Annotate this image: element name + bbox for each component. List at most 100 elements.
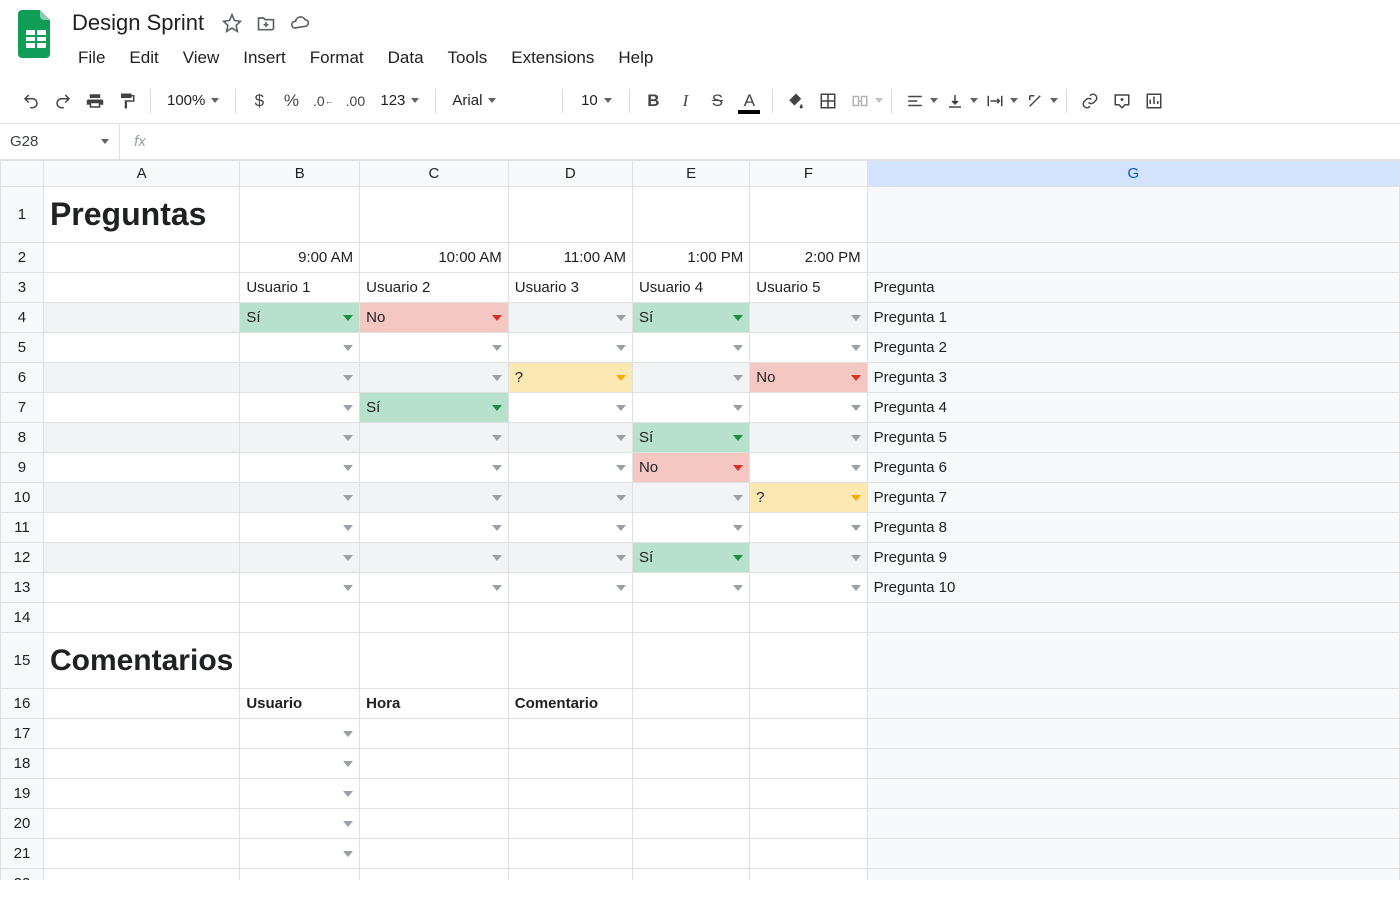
cell-F1[interactable] — [750, 187, 867, 243]
cell-D3[interactable]: Usuario 3 — [508, 273, 632, 303]
menu-help[interactable]: Help — [608, 42, 663, 74]
currency-icon[interactable]: $ — [244, 86, 274, 116]
spreadsheet-grid[interactable]: A B C D E F G 1Preguntas29:00 AM10:00 AM… — [0, 160, 1400, 880]
cell-C1[interactable] — [360, 187, 509, 243]
cell-B14[interactable] — [240, 603, 360, 633]
cell-C11[interactable] — [360, 513, 509, 543]
row-head-7[interactable]: 7 — [1, 393, 44, 423]
dropdown-icon[interactable] — [616, 345, 626, 351]
dropdown-icon[interactable] — [851, 375, 861, 381]
dropdown-icon[interactable] — [616, 495, 626, 501]
cell-D18[interactable] — [508, 749, 632, 779]
dropdown-icon[interactable] — [343, 731, 353, 737]
dropdown-icon[interactable] — [492, 405, 502, 411]
cell-D12[interactable] — [508, 543, 632, 573]
cell-E1[interactable] — [632, 187, 749, 243]
cell-B9[interactable] — [240, 453, 360, 483]
cell-E2[interactable]: 1:00 PM — [632, 243, 749, 273]
dropdown-icon[interactable] — [492, 375, 502, 381]
cell-A1[interactable]: Preguntas — [43, 187, 239, 243]
cell-C12[interactable] — [360, 543, 509, 573]
dropdown-icon[interactable] — [343, 821, 353, 827]
cell-B15[interactable] — [240, 633, 360, 689]
rotate-icon[interactable] — [1020, 86, 1050, 116]
dropdown-icon[interactable] — [492, 345, 502, 351]
cell-C6[interactable] — [360, 363, 509, 393]
cell-C22[interactable] — [360, 869, 509, 881]
cell-C15[interactable] — [360, 633, 509, 689]
dropdown-icon[interactable] — [733, 375, 743, 381]
row-head-11[interactable]: 11 — [1, 513, 44, 543]
cell-B5[interactable] — [240, 333, 360, 363]
dropdown-icon[interactable] — [851, 525, 861, 531]
dropdown-icon[interactable] — [851, 405, 861, 411]
row-head-9[interactable]: 9 — [1, 453, 44, 483]
cell-C7[interactable]: Sí — [360, 393, 509, 423]
dropdown-icon[interactable] — [492, 435, 502, 441]
cell-G16[interactable] — [867, 689, 1399, 719]
menu-file[interactable]: File — [68, 42, 115, 74]
cell-C9[interactable] — [360, 453, 509, 483]
zoom-select[interactable]: 100% — [159, 88, 227, 113]
cell-E19[interactable] — [632, 779, 749, 809]
row-head-18[interactable]: 18 — [1, 749, 44, 779]
cell-E12[interactable]: Sí — [632, 543, 749, 573]
cell-B4[interactable]: Sí — [240, 303, 360, 333]
cell-B12[interactable] — [240, 543, 360, 573]
link-icon[interactable] — [1075, 86, 1105, 116]
cell-A21[interactable] — [43, 839, 239, 869]
cell-B8[interactable] — [240, 423, 360, 453]
dropdown-icon[interactable] — [343, 435, 353, 441]
row-head-1[interactable]: 1 — [1, 187, 44, 243]
cell-C3[interactable]: Usuario 2 — [360, 273, 509, 303]
dropdown-icon[interactable] — [733, 435, 743, 441]
cell-A18[interactable] — [43, 749, 239, 779]
cell-A13[interactable] — [43, 573, 239, 603]
col-head-c[interactable]: C — [360, 161, 509, 187]
menu-extensions[interactable]: Extensions — [501, 42, 604, 74]
cell-F18[interactable] — [750, 749, 867, 779]
cell-D14[interactable] — [508, 603, 632, 633]
h-align-icon[interactable] — [900, 86, 930, 116]
cell-F3[interactable]: Usuario 5 — [750, 273, 867, 303]
dropdown-icon[interactable] — [733, 585, 743, 591]
percent-icon[interactable]: % — [276, 86, 306, 116]
dropdown-icon[interactable] — [343, 405, 353, 411]
cell-C16[interactable]: Hora — [360, 689, 509, 719]
cell-E5[interactable] — [632, 333, 749, 363]
menu-data[interactable]: Data — [378, 42, 434, 74]
cell-C10[interactable] — [360, 483, 509, 513]
cell-A9[interactable] — [43, 453, 239, 483]
cell-C5[interactable] — [360, 333, 509, 363]
cell-F5[interactable] — [750, 333, 867, 363]
text-color-icon[interactable]: A — [734, 86, 764, 116]
col-head-f[interactable]: F — [750, 161, 867, 187]
cell-F14[interactable] — [750, 603, 867, 633]
dropdown-icon[interactable] — [733, 465, 743, 471]
dropdown-icon[interactable] — [616, 555, 626, 561]
dropdown-icon[interactable] — [492, 465, 502, 471]
row-head-19[interactable]: 19 — [1, 779, 44, 809]
cell-D17[interactable] — [508, 719, 632, 749]
cell-C4[interactable]: No — [360, 303, 509, 333]
cell-E22[interactable] — [632, 869, 749, 881]
print-icon[interactable] — [80, 86, 110, 116]
dropdown-icon[interactable] — [343, 345, 353, 351]
cell-E3[interactable]: Usuario 4 — [632, 273, 749, 303]
cell-D10[interactable] — [508, 483, 632, 513]
cell-D6[interactable]: ? — [508, 363, 632, 393]
menu-insert[interactable]: Insert — [233, 42, 296, 74]
cell-C13[interactable] — [360, 573, 509, 603]
cell-F10[interactable]: ? — [750, 483, 867, 513]
dropdown-icon[interactable] — [343, 555, 353, 561]
cell-E11[interactable] — [632, 513, 749, 543]
row-head-10[interactable]: 10 — [1, 483, 44, 513]
italic-icon[interactable]: I — [670, 86, 700, 116]
cell-A3[interactable] — [43, 273, 239, 303]
menu-tools[interactable]: Tools — [438, 42, 498, 74]
name-box[interactable]: G28 — [0, 124, 120, 159]
cell-C17[interactable] — [360, 719, 509, 749]
cell-G6[interactable]: Pregunta 3 — [867, 363, 1399, 393]
cell-B16[interactable]: Usuario — [240, 689, 360, 719]
cell-D21[interactable] — [508, 839, 632, 869]
